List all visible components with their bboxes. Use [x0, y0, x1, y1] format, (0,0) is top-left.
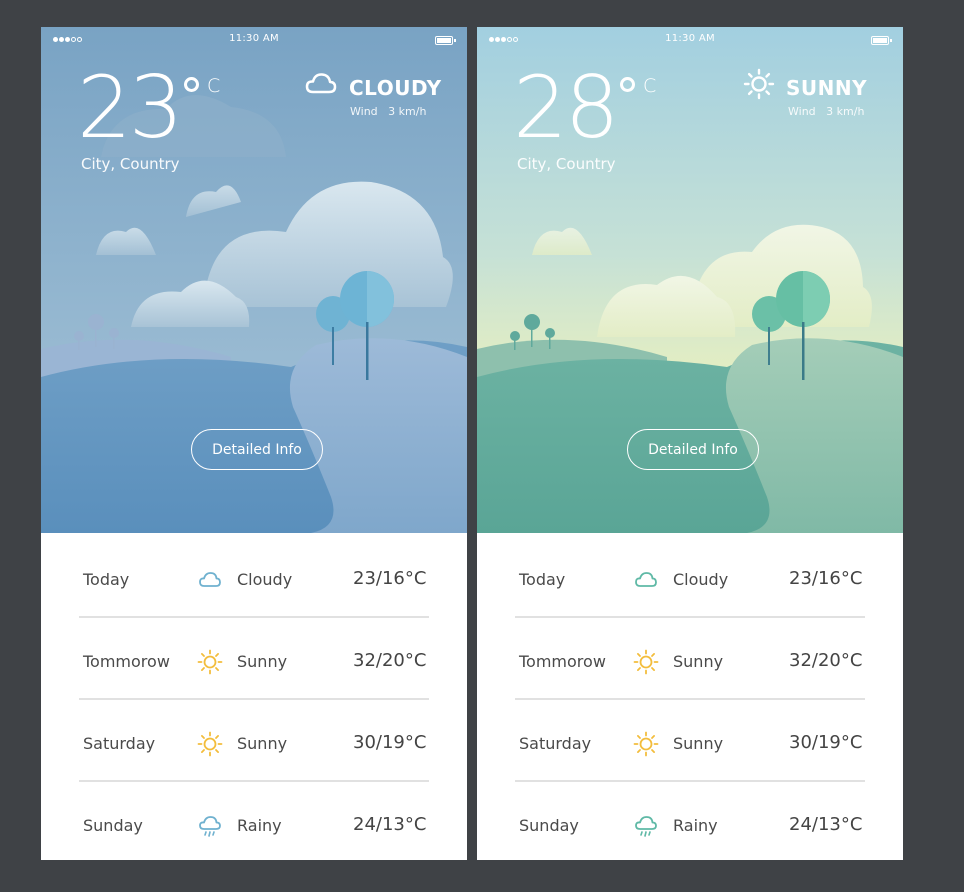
forecast-temps: 32/20°C: [789, 650, 863, 671]
detailed-info-button[interactable]: Detailed Info: [191, 429, 323, 470]
forecast-row[interactable]: Today Cloudy 23/16°C: [477, 533, 903, 615]
battery-icon: [435, 36, 456, 45]
cloud-icon: [305, 73, 337, 94]
wind-label: Wind: [788, 105, 816, 118]
forecast-row[interactable]: Saturday Sunny 30/19°C: [41, 697, 467, 779]
forecast-condition: Cloudy: [673, 570, 729, 589]
location-label: City, Country: [517, 155, 616, 173]
rain-cloud-icon: [635, 816, 657, 837]
rain-cloud-icon: [199, 816, 221, 837]
status-time: 11:30 AM: [229, 33, 279, 44]
forecast-day: Saturday: [519, 734, 592, 753]
forecast-condition: Sunny: [673, 734, 724, 753]
forecast-list: Today Cloudy 23/16°C Tommorow Sunny 32/2…: [41, 533, 467, 860]
status-bar: 11:30 AM: [41, 33, 467, 47]
wind-value: 3 km/h: [388, 105, 427, 118]
forecast-row[interactable]: Saturday Sunny 30/19°C: [477, 697, 903, 779]
degree-symbol: [620, 77, 635, 92]
forecast-row[interactable]: Tommorow Sunny 32/20°C: [41, 615, 467, 697]
condition-label: CLOUDY: [349, 76, 442, 100]
forecast-condition: Sunny: [237, 734, 288, 753]
forecast-row[interactable]: Sunday Rainy 24/13°C: [41, 779, 467, 860]
battery-icon: [871, 36, 892, 45]
sun-icon: [633, 649, 659, 675]
sun-icon: [743, 68, 775, 100]
weather-screen-sunny: 11:30 AM 28 C City, Country SUNNY Wind 3…: [477, 27, 903, 860]
wind-value: 3 km/h: [826, 105, 865, 118]
condition-label: SUNNY: [786, 76, 868, 100]
forecast-day: Tommorow: [519, 652, 606, 671]
forecast-condition: Rainy: [237, 816, 282, 835]
forecast-day: Sunday: [519, 816, 579, 835]
forecast-condition: Cloudy: [237, 570, 293, 589]
forecast-day: Today: [519, 570, 566, 589]
wind-info: Wind 3 km/h: [350, 105, 426, 118]
forecast-temps: 23/16°C: [789, 568, 863, 589]
current-temperature: 28: [513, 58, 619, 158]
forecast-row[interactable]: Tommorow Sunny 32/20°C: [477, 615, 903, 697]
forecast-condition: Sunny: [237, 652, 288, 671]
forecast-day: Today: [83, 570, 130, 589]
cloud-icon: [199, 572, 221, 587]
forecast-temps: 24/13°C: [789, 814, 863, 835]
sun-icon: [197, 649, 223, 675]
weather-screen-cloudy: 11:30 AM 23 C City, Country CLOUDY Wind …: [41, 27, 467, 860]
forecast-temps: 32/20°C: [353, 650, 427, 671]
wind-info: Wind 3 km/h: [788, 105, 864, 118]
wind-label: Wind: [350, 105, 378, 118]
temperature-unit: C: [207, 75, 221, 97]
forecast-day: Tommorow: [83, 652, 170, 671]
forecast-day: Sunday: [83, 816, 143, 835]
location-label: City, Country: [81, 155, 180, 173]
forecast-condition: Sunny: [673, 652, 724, 671]
sun-icon: [633, 731, 659, 757]
forecast-temps: 30/19°C: [353, 732, 427, 753]
temperature-unit: C: [643, 75, 657, 97]
forecast-list: Today Cloudy 23/16°C Tommorow Sunny 32/2…: [477, 533, 903, 860]
forecast-temps: 30/19°C: [789, 732, 863, 753]
forecast-temps: 23/16°C: [353, 568, 427, 589]
degree-symbol: [184, 77, 199, 92]
current-temperature: 23: [77, 58, 183, 158]
detailed-info-button[interactable]: Detailed Info: [627, 429, 759, 470]
forecast-row[interactable]: Sunday Rainy 24/13°C: [477, 779, 903, 860]
forecast-day: Saturday: [83, 734, 156, 753]
status-bar: 11:30 AM: [477, 33, 903, 47]
forecast-temps: 24/13°C: [353, 814, 427, 835]
status-time: 11:30 AM: [665, 33, 715, 44]
cloud-icon: [635, 572, 657, 587]
forecast-row[interactable]: Today Cloudy 23/16°C: [41, 533, 467, 615]
forecast-condition: Rainy: [673, 816, 718, 835]
sun-icon: [197, 731, 223, 757]
